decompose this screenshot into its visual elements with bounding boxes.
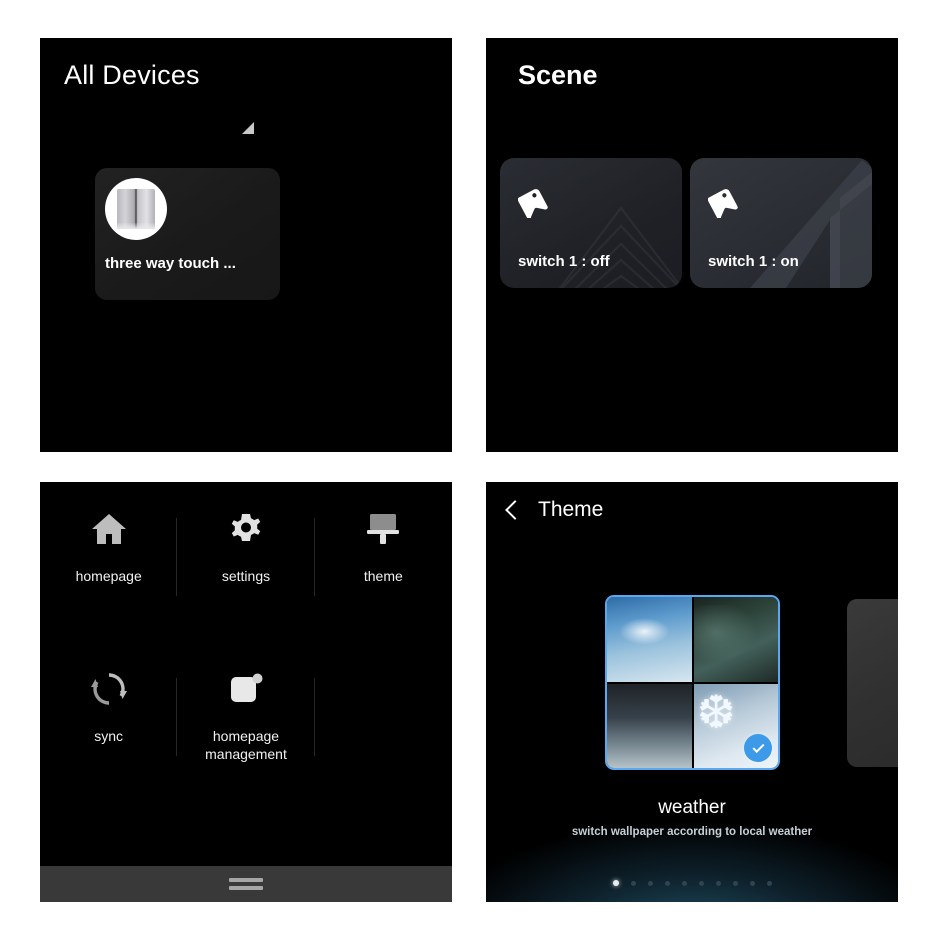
all-devices-panel: All Devices three way touch ... — [40, 38, 452, 452]
page-title-all-devices: All Devices — [64, 60, 200, 90]
hamburger-handle-icon[interactable] — [229, 878, 263, 890]
page-dot[interactable] — [715, 880, 721, 886]
page-dot[interactable] — [647, 880, 653, 886]
page-dot[interactable] — [630, 880, 636, 886]
device-card[interactable]: three way touch ... — [95, 168, 280, 300]
menu-item-label: homepage — [75, 568, 142, 584]
menu-item-label: homepage management — [205, 728, 287, 762]
menu-panel: homepage settings theme sync homepage ma… — [40, 482, 452, 902]
page-dot[interactable] — [732, 880, 738, 886]
snowflake-ice-image: ❆ — [693, 683, 778, 768]
theme-card-next[interactable] — [847, 599, 898, 767]
theme-panel: Theme ❆ weather switch wallpaper accordi… — [486, 482, 898, 902]
system-navigation-bar — [40, 866, 452, 902]
tag-icon — [518, 189, 548, 218]
homepage-management-icon — [227, 666, 265, 712]
menu-item-label: settings — [221, 568, 271, 584]
menu-item-homepage[interactable]: homepage — [40, 506, 178, 624]
theme-card-weather[interactable]: ❆ — [605, 595, 780, 770]
scene-label: switch 1 : off — [518, 253, 610, 270]
scene-card-switch-on[interactable]: switch 1 : on — [690, 158, 872, 288]
menu-item-label: sync — [94, 728, 124, 744]
scene-label: switch 1 : on — [708, 253, 799, 270]
device-name-label: three way touch ... — [105, 255, 236, 272]
paint-roller-icon — [364, 506, 402, 552]
menu-item-theme[interactable]: theme — [315, 506, 452, 624]
touch-switch-panel-image — [105, 178, 167, 240]
home-icon — [90, 506, 128, 552]
menu-grid: homepage settings theme sync homepage ma… — [40, 506, 452, 784]
menu-item-empty — [315, 666, 452, 784]
scene-card-switch-off[interactable]: switch 1 : off — [500, 158, 682, 288]
page-dot[interactable] — [766, 880, 772, 886]
snowflake-glyph: ❆ — [696, 685, 736, 738]
menu-item-homepage-management[interactable]: homepage management — [177, 666, 315, 784]
scene-panel: Scene switch 1 : off switch 1: on — [486, 38, 898, 452]
menu-item-settings[interactable]: settings — [177, 506, 315, 624]
check-icon — [744, 734, 772, 762]
theme-name-label: weather — [658, 797, 726, 818]
gear-icon — [227, 506, 265, 552]
menu-item-sync[interactable]: sync — [40, 666, 178, 784]
menu-item-label: theme — [363, 568, 403, 584]
theme-description-label: switch wallpaper according to local weat… — [571, 826, 813, 838]
tag-icon — [708, 189, 738, 218]
back-chevron-icon[interactable] — [505, 500, 525, 520]
page-title-theme: Theme — [538, 498, 604, 521]
collapse-triangle-icon[interactable] — [242, 122, 254, 134]
storm-clouds-image — [693, 597, 778, 682]
page-dot-active[interactable] — [612, 880, 619, 886]
page-dot[interactable] — [681, 880, 687, 886]
page-dot[interactable] — [698, 880, 704, 886]
sunny-sky-image — [607, 597, 692, 682]
page-dot[interactable] — [664, 880, 670, 886]
theme-header: Theme — [505, 498, 604, 522]
page-dot[interactable] — [749, 880, 755, 886]
overcast-clouds-image — [607, 683, 692, 768]
page-title-scene: Scene — [518, 60, 598, 90]
sync-icon — [90, 666, 128, 712]
page-indicator-theme[interactable] — [486, 880, 898, 886]
screenshot-canvas: All Devices three way touch ... Scene sw… — [0, 0, 938, 938]
